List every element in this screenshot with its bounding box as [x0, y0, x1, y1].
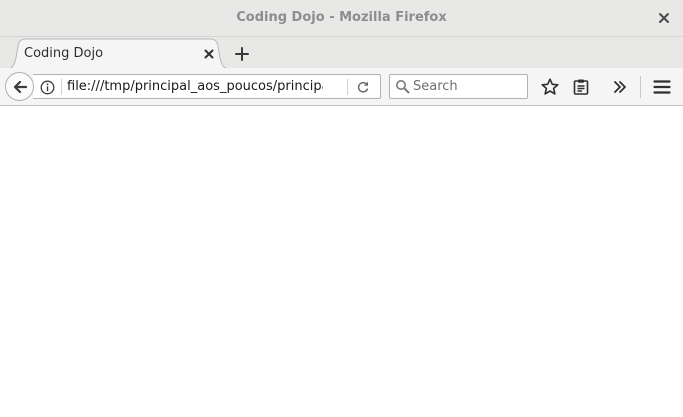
new-tab-plus-icon[interactable]: [233, 45, 251, 63]
toolbar-separator: [640, 76, 641, 98]
tab-label: Coding Dojo: [24, 46, 104, 61]
search-icon: [396, 80, 410, 94]
window-title: Coding Dojo - Mozilla Firefox: [236, 10, 447, 25]
back-button[interactable]: [5, 72, 34, 101]
url-bar[interactable]: file:///tmp/principal_aos_poucos/princip…: [33, 74, 381, 99]
tab-strip: Coding Dojo: [0, 36, 683, 70]
clipboard-icon[interactable]: [571, 77, 591, 97]
title-bar[interactable]: Coding Dojo - Mozilla Firefox: [0, 0, 683, 36]
bookmark-star-icon[interactable]: [540, 77, 560, 97]
url-text[interactable]: file:///tmp/principal_aos_poucos/princip…: [67, 79, 323, 94]
search-input[interactable]: [413, 78, 521, 95]
tab-close-icon[interactable]: [203, 48, 215, 60]
hamburger-menu-icon[interactable]: [652, 77, 672, 97]
reload-separator: [347, 79, 348, 95]
overflow-chevron-icon[interactable]: [610, 77, 630, 97]
page-content: [0, 106, 683, 417]
window-close-icon[interactable]: [657, 11, 671, 25]
search-bar[interactable]: [389, 74, 528, 99]
url-separator: [61, 79, 62, 95]
browser-window: Coding Dojo - Mozilla Firefox Coding Doj…: [0, 0, 683, 417]
site-info-icon[interactable]: [40, 80, 55, 95]
tab-coding-dojo[interactable]: Coding Dojo: [6, 38, 230, 70]
arrow-left-icon: [13, 80, 28, 94]
navigation-toolbar: file:///tmp/principal_aos_poucos/princip…: [0, 68, 683, 106]
reload-icon[interactable]: [356, 80, 370, 94]
